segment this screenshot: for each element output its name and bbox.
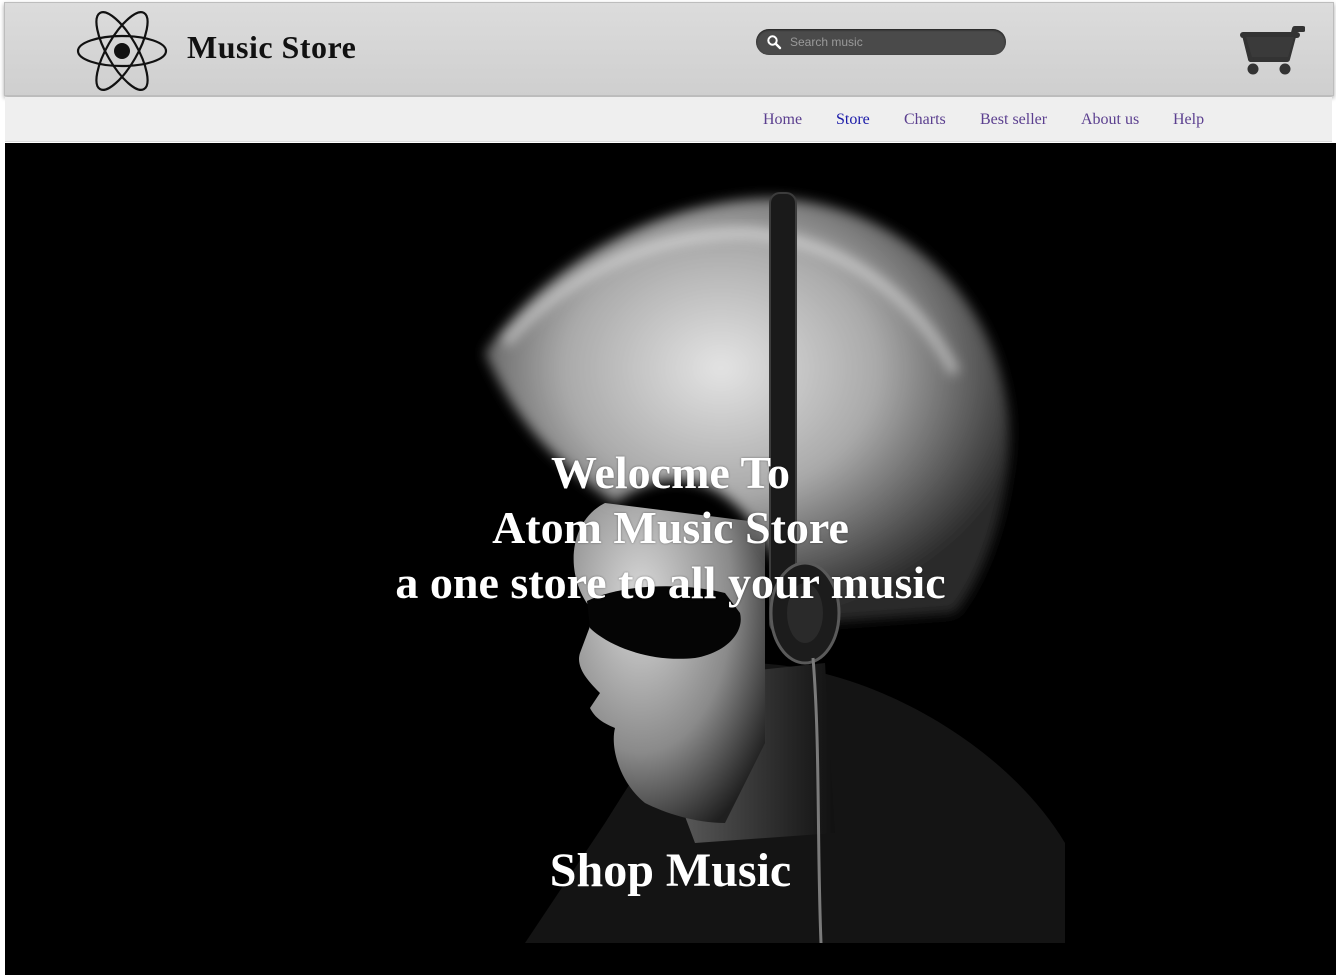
search-icon[interactable] (766, 34, 782, 50)
hero-line-tagline: a one store to all your music (395, 557, 946, 608)
nav-best-seller[interactable]: Best seller (980, 111, 1047, 129)
brand-title[interactable]: Music Store (187, 29, 356, 66)
atom-icon[interactable] (75, 9, 169, 93)
hero-banner: Welocme To Atom Music Store a one store … (5, 143, 1336, 975)
hero-line-welcome: Welocme To (551, 447, 790, 498)
shop-music-button[interactable]: Shop Music (5, 843, 1336, 898)
shopping-cart-icon[interactable] (1239, 23, 1305, 77)
nav-help[interactable]: Help (1173, 111, 1204, 129)
search-input[interactable] (790, 32, 995, 52)
search-box[interactable] (756, 29, 1006, 55)
site-header: Music Store (4, 2, 1334, 96)
page: Music Store Home Store Charts Best selle… (0, 0, 1336, 975)
main-nav: Home Store Charts Best seller About us H… (5, 97, 1332, 142)
nav-charts[interactable]: Charts (904, 111, 946, 129)
nav-about-us[interactable]: About us (1081, 111, 1139, 129)
hero-heading: Welocme To Atom Music Store a one store … (5, 445, 1336, 610)
nav-store[interactable]: Store (836, 111, 870, 129)
nav-home[interactable]: Home (763, 111, 802, 129)
hero-line-store-name: Atom Music Store (492, 502, 849, 553)
